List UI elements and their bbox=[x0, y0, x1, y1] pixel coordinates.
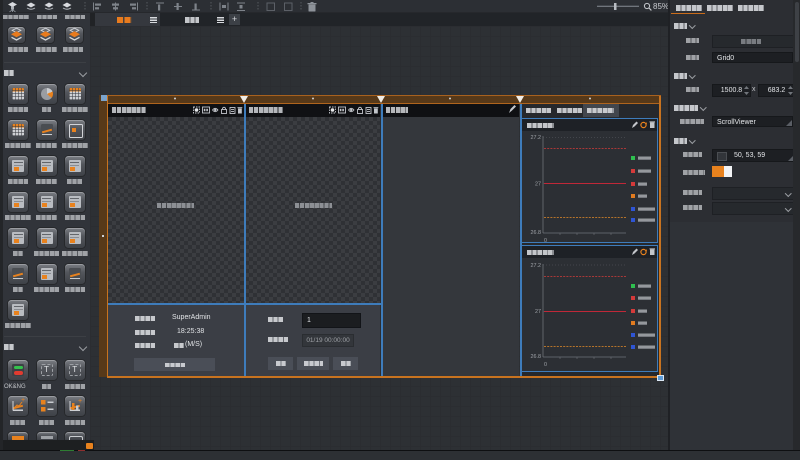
svg-text:27: 27 bbox=[535, 182, 541, 188]
svg-text:0: 0 bbox=[544, 362, 547, 368]
svg-text:26.8: 26.8 bbox=[531, 354, 542, 360]
svg-text:26.8: 26.8 bbox=[531, 230, 542, 236]
svg-text:27.2: 27.2 bbox=[531, 263, 542, 269]
svg-text:+: + bbox=[78, 398, 82, 405]
svg-text:0: 0 bbox=[544, 238, 547, 242]
svg-text:27.2: 27.2 bbox=[531, 135, 542, 141]
svg-text:27: 27 bbox=[535, 309, 541, 315]
